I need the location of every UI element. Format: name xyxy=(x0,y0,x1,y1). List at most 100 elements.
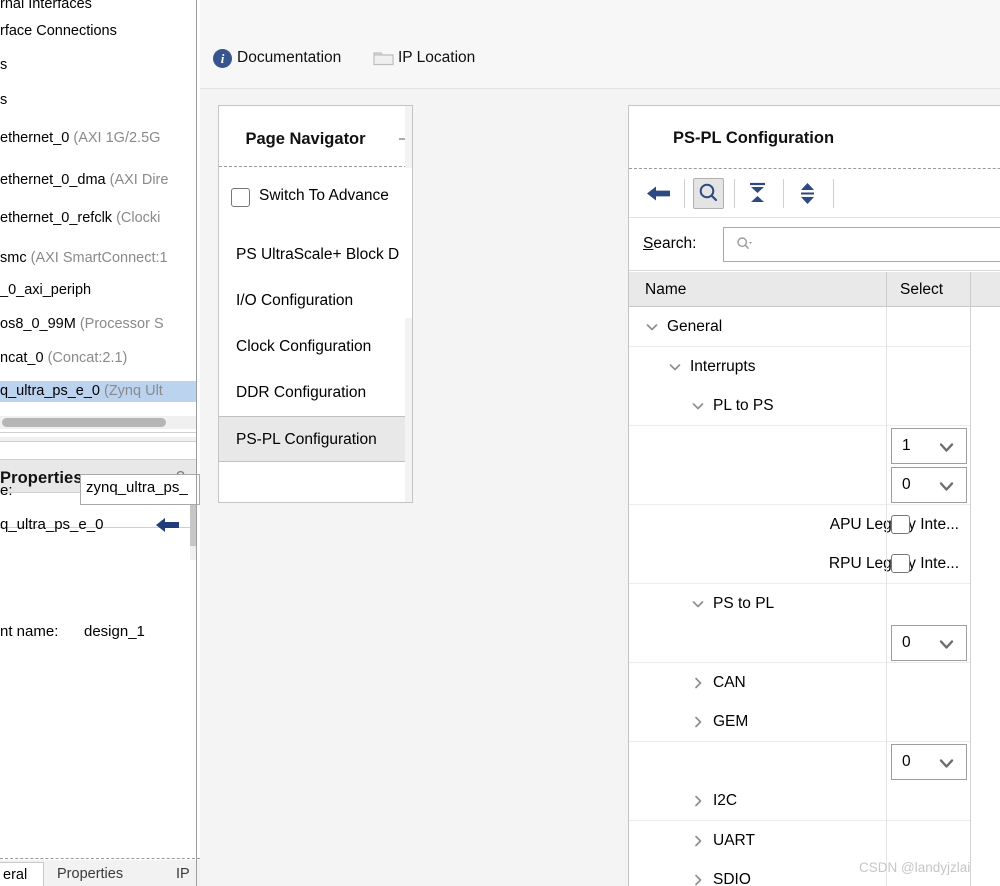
block-design-tree-item[interactable]: ethernet_0_dma (AXI Dire xyxy=(0,170,196,191)
table-row[interactable]: RPU Legacy Inte... xyxy=(629,544,971,584)
switch-to-advance-checkbox[interactable] xyxy=(231,188,250,207)
block-design-tree-item[interactable]: ethernet_0 (AXI 1G/2.5G xyxy=(0,128,196,149)
select-dropdown-value: 1 xyxy=(902,436,911,454)
ip-location-link[interactable]: IP Location xyxy=(398,49,475,67)
column-divider-1[interactable] xyxy=(886,272,887,307)
page-navigator-divider xyxy=(219,166,412,167)
table-row[interactable]: PS to PL xyxy=(629,583,971,624)
table-row[interactable]: GPIO0 xyxy=(629,741,971,782)
toolbar-separator-2 xyxy=(734,179,735,208)
select-dropdown[interactable]: 0 xyxy=(891,467,967,503)
select-checkbox[interactable] xyxy=(891,554,910,573)
tree-item-label: rface Connections xyxy=(0,23,117,39)
properties-name-input[interactable]: zynq_ultra_ps_ xyxy=(80,474,200,505)
table-row[interactable]: I2C xyxy=(629,781,971,821)
tree-item-label: ncat_0 xyxy=(0,350,48,366)
block-design-tree-item[interactable]: _0_axi_periph xyxy=(0,280,196,301)
chevron-down-icon[interactable] xyxy=(645,320,659,334)
table-row[interactable]: Interrupts xyxy=(629,346,971,387)
left-arrow-icon[interactable] xyxy=(155,515,181,540)
switch-to-advance-label: Switch To Advance xyxy=(259,187,389,204)
page-navigator-item-label: Clock Configuration xyxy=(236,338,372,355)
table-row[interactable]: CAN xyxy=(629,662,971,703)
table-row[interactable]: GEM xyxy=(629,702,971,742)
chevron-right-icon[interactable] xyxy=(691,834,705,848)
chevron-right-icon[interactable] xyxy=(691,794,705,808)
table-row[interactable]: UART xyxy=(629,820,971,861)
row-label: SDIO xyxy=(713,871,751,886)
tree-item-type: (Concat:2.1) xyxy=(47,350,128,366)
tab-ip[interactable]: IP xyxy=(176,862,190,886)
properties-parent-value: design_1 xyxy=(84,623,145,640)
row-label: UART xyxy=(713,831,755,849)
page-navigator-item-clock-configuration[interactable]: Clock Configuration xyxy=(219,324,412,370)
tree-item-label: _0_axi_periph xyxy=(0,282,92,298)
page-navigator-item-ps-ultrascale-block-d[interactable]: PS UltraScale+ Block D xyxy=(219,232,412,278)
block-design-tree-item[interactable]: ncat_0 (Concat:2.1) xyxy=(0,348,196,369)
select-dropdown[interactable]: 1 xyxy=(891,427,967,464)
chevron-down-icon[interactable] xyxy=(668,360,682,374)
table-row[interactable]: IRQ1[0-7]0 xyxy=(629,465,971,505)
tree-item-type: (Clocki xyxy=(116,210,161,226)
search-icon[interactable] xyxy=(693,178,724,209)
block-design-hscrollbar-thumb[interactable] xyxy=(2,418,166,427)
page-navigator-item-ddr-configuration[interactable]: DDR Configuration xyxy=(219,370,412,416)
row-label: CAN xyxy=(713,673,746,691)
page-navigator-item-i-o-configuration[interactable]: I/O Configuration xyxy=(219,278,412,324)
block-design-tree-item[interactable]: rnal Interfaces xyxy=(0,0,196,15)
select-checkbox[interactable] xyxy=(891,514,910,534)
chevron-right-icon[interactable] xyxy=(691,873,705,886)
tree-item-type: (Zynq Ult xyxy=(104,383,163,399)
block-design-tree-item[interactable]: rface Connections xyxy=(0,21,196,42)
block-design-tree-item[interactable]: ethernet_0_refclk (Clocki xyxy=(0,208,196,229)
table-row[interactable]: IRQ0[0-7]1 xyxy=(629,425,971,466)
documentation-link[interactable]: Documentation xyxy=(237,49,341,67)
chevron-right-icon[interactable] xyxy=(691,676,705,690)
back-arrow-icon[interactable] xyxy=(643,178,674,209)
properties-field-label-parent: nt name: xyxy=(0,623,59,640)
page-navigator-scrollbar-thumb[interactable] xyxy=(405,168,412,318)
block-design-tree-item[interactable]: os8_0_99M (Processor S xyxy=(0,314,196,335)
toolbar-separator-1 xyxy=(684,179,685,208)
tree-item-label: os8_0_99M xyxy=(0,316,80,332)
folder-icon xyxy=(373,50,394,66)
page-navigator-item-label: I/O Configuration xyxy=(236,292,354,309)
tab-general[interactable]: eral xyxy=(0,862,44,886)
block-design-tree-item[interactable]: q_ultra_ps_e_0 (Zynq Ult xyxy=(0,381,196,402)
block-design-tree-item[interactable]: s xyxy=(0,90,196,111)
background-main-window: rnal Interfaces rface Connections s s ethern… xyxy=(0,0,200,886)
collapse-all-icon[interactable] xyxy=(742,178,773,209)
page-navigator-item-ps-pl-configuration[interactable]: PS-PL Configuration xyxy=(219,416,412,462)
expand-all-icon[interactable] xyxy=(792,178,823,209)
block-design-tree-item[interactable]: s xyxy=(0,55,196,76)
chevron-down-icon[interactable] xyxy=(938,480,955,498)
table-row[interactable]: QSPI0 xyxy=(629,623,971,663)
select-dropdown[interactable]: 0 xyxy=(891,743,967,780)
chevron-down-icon[interactable] xyxy=(938,441,955,459)
row-label: General xyxy=(667,318,723,335)
chevron-down-icon[interactable] xyxy=(938,638,955,656)
block-design-tree-item[interactable]: smc (AXI SmartConnect:1 xyxy=(0,248,196,269)
table-row[interactable]: APU Legacy Inte... xyxy=(629,504,971,545)
search-small-icon xyxy=(736,236,752,255)
chevron-down-icon[interactable] xyxy=(691,399,705,413)
page-navigator-item-label: DDR Configuration xyxy=(236,384,367,401)
chevron-down-icon[interactable] xyxy=(938,757,955,775)
column-divider-2[interactable] xyxy=(970,272,971,307)
chevron-right-icon[interactable] xyxy=(691,715,705,729)
column-header-name[interactable]: Name xyxy=(645,281,686,299)
table-right-edge xyxy=(970,307,971,886)
table-row[interactable]: General xyxy=(629,307,971,347)
chevron-down-icon[interactable] xyxy=(691,597,705,611)
row-label: PS to PL xyxy=(713,594,775,612)
column-header-select[interactable]: Select xyxy=(900,281,943,299)
block-design-tree[interactable]: rnal Interfaces rface Connections s s ethern… xyxy=(0,0,196,430)
select-dropdown[interactable]: 0 xyxy=(891,625,967,661)
tab-properties[interactable]: Properties xyxy=(57,862,123,886)
search-input[interactable] xyxy=(723,227,1000,262)
tree-item-label: ethernet_0_dma xyxy=(0,172,110,188)
table-row[interactable]: PL to PS xyxy=(629,386,971,426)
panel-divider-2 xyxy=(0,441,196,442)
watermark: CSDN @landyjzlai xyxy=(859,860,971,875)
bottom-tabstrip-divider xyxy=(0,858,200,859)
